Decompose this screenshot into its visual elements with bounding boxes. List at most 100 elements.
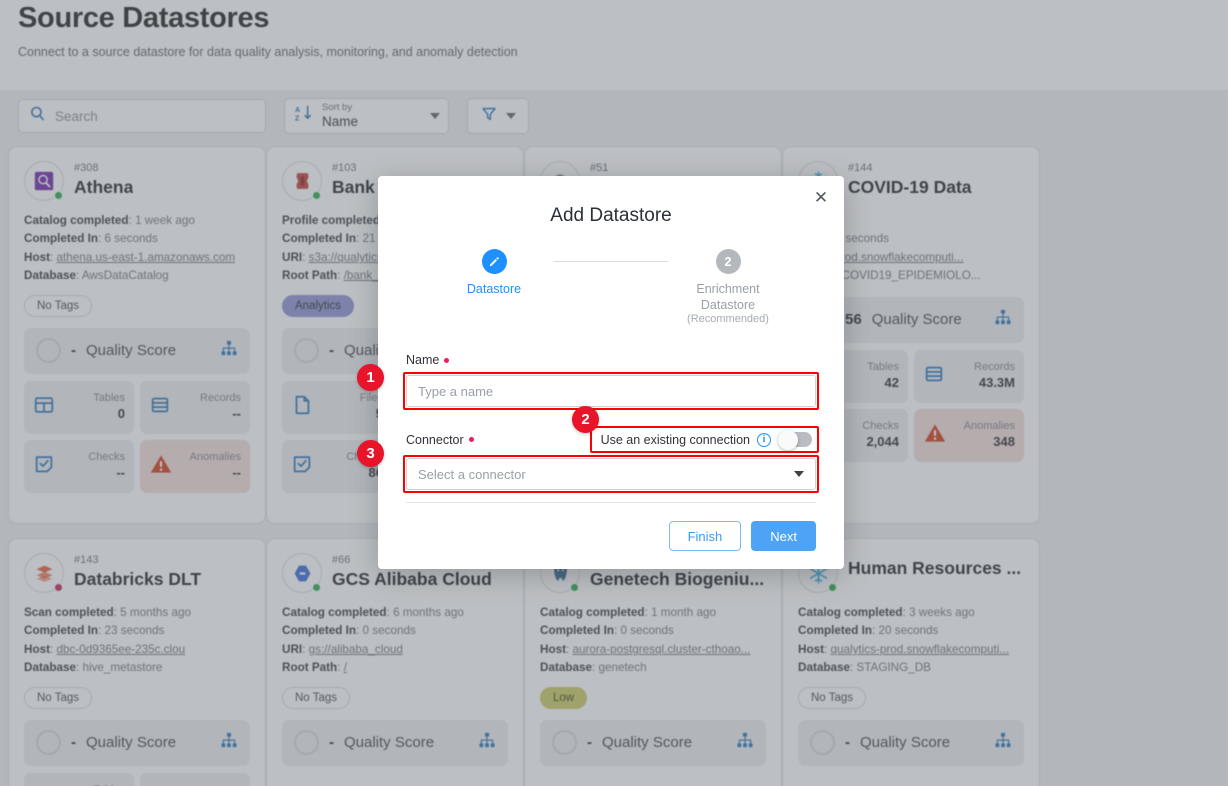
name-input-placeholder: Type a name [418, 383, 494, 399]
tables-icon [33, 394, 55, 421]
datastore-card[interactable]: #59Genetech Biogeniu...Catalog completed… [524, 538, 782, 786]
card-meta-value: genetech [598, 661, 647, 675]
card-meta-key: Catalog completed [282, 606, 387, 619]
card-stat: Records -- [140, 380, 250, 434]
existing-connection-switch[interactable] [778, 429, 812, 450]
finish-button[interactable]: Finish [668, 521, 742, 551]
datastore-name: GCS Alibaba Cloud [332, 570, 492, 589]
card-meta-key: URI [282, 250, 303, 264]
info-icon[interactable]: i [757, 432, 771, 447]
name-input[interactable]: Type a name [406, 375, 816, 407]
card-meta-value: STAGING_DB [856, 661, 931, 675]
card-meta-key: Database [798, 661, 850, 675]
card-stat-text: Files5 [319, 392, 383, 422]
card-tag[interactable]: No Tags [798, 686, 866, 709]
existing-connection-label: Use an existing connection [600, 432, 750, 447]
sort-by-value: Name [322, 113, 359, 129]
card-meta-key: Scan completed [24, 606, 114, 619]
card-stat-value: 5 [319, 406, 383, 422]
card-meta-key: Catalog completed [798, 606, 903, 619]
step-datastore[interactable]: Datastore [434, 249, 554, 298]
card-stat-key: Checks [862, 420, 899, 433]
card-meta-value[interactable]: aurora-postgresql.cluster-cthoao... [572, 643, 750, 656]
datastore-card[interactable]: Human Resources ... Catalog completed: 3 … [782, 538, 1040, 786]
datastore-name: Genetech Biogeniu... [590, 570, 765, 589]
connector-label-text: Connector [406, 432, 464, 447]
status-badge [54, 583, 63, 592]
card-tag[interactable]: Low [540, 686, 588, 709]
card-stat-key: Records [974, 361, 1015, 374]
filter-button[interactable] [467, 98, 529, 134]
datastore-id: #103 [332, 162, 357, 174]
quality-score-value: - [329, 734, 334, 752]
lineage-icon[interactable] [736, 731, 754, 754]
search-icon [29, 105, 46, 127]
lineage-icon[interactable] [220, 339, 238, 362]
card-meta-key: Root Path [282, 269, 338, 283]
card-meta-row: Database: genetech [540, 661, 647, 675]
app-root: Source Datastores Connect to a source da… [0, 0, 1228, 786]
sort-az-icon: A Z [295, 104, 314, 128]
card-tag[interactable]: Analytics [282, 294, 355, 317]
step-enrichment-datastore[interactable]: 2 Enrichment Datastore (Recommended) [668, 249, 788, 327]
datastore-id: #143 [74, 554, 99, 566]
card-meta-value: AwsDataCatalog [81, 269, 169, 283]
connector-select[interactable]: Select a connector [406, 458, 816, 490]
card-meta-value[interactable]: dbc-0d9365ee-235c.clou [56, 643, 185, 656]
card-stat-text: Anomalies 348 [953, 420, 1015, 450]
datastore-card[interactable]: #143 Databricks DLT Scan completed: 5 mont… [8, 538, 266, 786]
search-input[interactable]: Search [18, 99, 266, 133]
quality-score-label: Quality Score [602, 734, 693, 752]
card-stat-key: Files [359, 392, 383, 405]
next-button[interactable]: Next [751, 521, 816, 551]
card-meta-key: Database [24, 661, 76, 675]
card-stat: Records [140, 772, 250, 786]
card-tag[interactable]: No Tags [24, 294, 92, 317]
card-meta-value: 5 months ago [120, 606, 191, 619]
card-meta-value[interactable]: athena.us-east-1.amazonaws.com [56, 251, 235, 264]
card-meta-row: Host: aurora-postgresql.cluster-cthoao..… [540, 642, 751, 656]
page-subtitle: Connect to a source datastore for data q… [18, 45, 518, 59]
datastore-name: Databricks DLT [74, 570, 202, 589]
datastore-card[interactable]: #308 Athena Catalog completed: 1 week ago C… [8, 146, 266, 524]
card-stat-key: Tables [867, 361, 899, 374]
connector-field-label: Connector [406, 433, 474, 447]
connector-select-placeholder: Select a connector [418, 466, 526, 482]
datastore-card[interactable]: #66 GCS Alibaba Cloud Catalog completed: 6… [266, 538, 524, 786]
lineage-icon[interactable] [478, 731, 496, 754]
card-meta-row: Database: AwsDataCatalog [24, 269, 169, 283]
card-meta-value[interactable]: qualytics-prod.snowflakecomputi... [830, 643, 1009, 656]
card-tag[interactable]: No Tags [282, 686, 350, 709]
quality-score-ring [36, 730, 61, 756]
existing-connection-toggle-group[interactable]: Use an existing connection i [589, 426, 820, 453]
status-badge [54, 191, 63, 200]
lineage-icon[interactable] [220, 731, 238, 754]
card-meta-value[interactable]: / [344, 661, 347, 674]
required-indicator-icon [444, 357, 450, 363]
card-stat: Anomalies 348 [914, 408, 1024, 462]
card-meta-value[interactable]: gs://alibaba_cloud [309, 643, 403, 656]
pencil-icon [481, 249, 507, 274]
card-meta-key: Catalog completed [24, 214, 129, 227]
step-enrichment-sub: (Recommended) [687, 313, 769, 326]
quality-score-bar: -Quality Score [24, 327, 250, 374]
card-meta-value[interactable]: s3a://qualytics [309, 251, 383, 264]
card-meta-value: 6 seconds [104, 232, 158, 246]
card-meta-value[interactable]: /bank_ [344, 269, 379, 282]
sort-by-dropdown[interactable]: A Z Sort by Name [284, 98, 449, 134]
lineage-icon[interactable] [994, 731, 1012, 754]
card-stat-value: 86 [368, 465, 383, 481]
close-icon[interactable]: ✕ [810, 186, 832, 208]
name-label-text: Name [406, 353, 440, 367]
datastore-name: Athena [74, 178, 134, 197]
lineage-icon[interactable] [994, 308, 1012, 331]
card-tag[interactable]: No Tags [24, 686, 92, 709]
card-meta-value: 1 month ago [651, 606, 717, 619]
card-meta-value: 20 seconds [878, 624, 939, 638]
card-meta-row: Catalog completed: 1 week ago [24, 214, 195, 227]
card-stat-text: Tables 42 [835, 361, 899, 391]
card-stat-key: Records [200, 392, 241, 405]
stepper-connector-line [554, 261, 668, 262]
card-stat-key: Anomalies [963, 420, 1015, 433]
card-stat-value: 42 [884, 375, 899, 391]
